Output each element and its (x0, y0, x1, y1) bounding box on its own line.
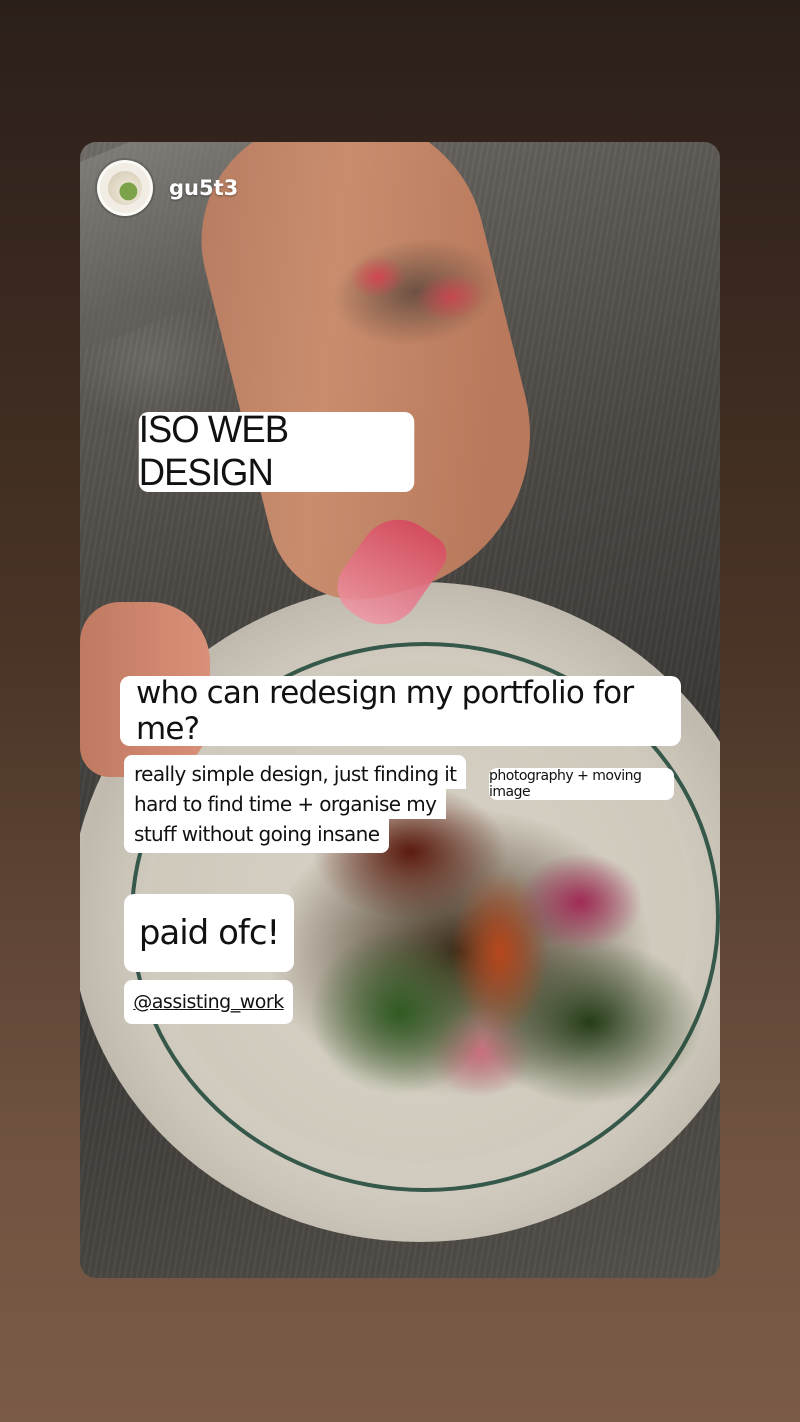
dish-avatar-icon (108, 171, 142, 205)
user-avatar[interactable] (97, 160, 153, 216)
tags-sticker: photography + moving image (489, 768, 674, 800)
details-line: stuff without going insane (124, 819, 390, 853)
details-line: really simple design, just finding it (124, 755, 467, 789)
story-header[interactable]: gu5t3 (97, 160, 238, 216)
username[interactable]: gu5t3 (169, 176, 238, 200)
paid-sticker: paid ofc! (124, 894, 294, 972)
mention-sticker[interactable]: @assisting_work (124, 980, 293, 1024)
story-viewer: { "story": { "username": "gu5t3", "avata… (0, 0, 800, 1422)
headline-sticker: ISO WEB DESIGN (138, 409, 415, 494)
question-sticker: who can redesign my portfolio for me? (120, 675, 681, 747)
details-line: hard to find time + organise my (124, 789, 447, 819)
details-sticker: really simple design, just finding it ha… (124, 755, 467, 853)
